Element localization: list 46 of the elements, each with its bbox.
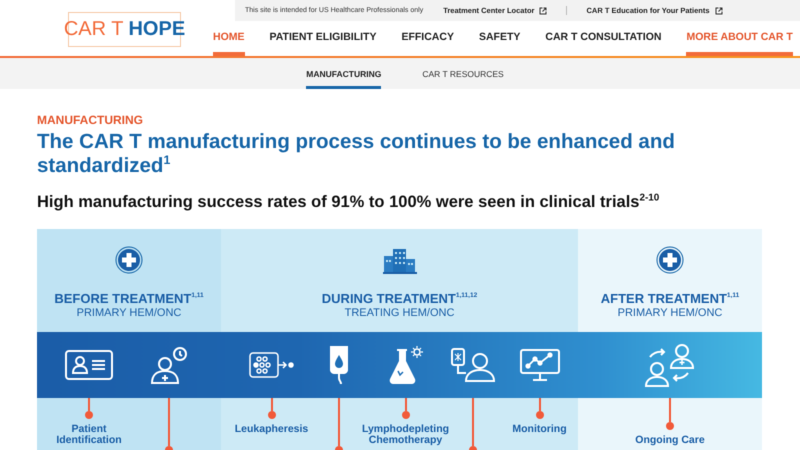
connector-line — [168, 398, 170, 446]
nav-item[interactable]: EFFICACY — [401, 21, 454, 56]
step-label: Ongoing Care — [634, 435, 706, 446]
step-label: Leukapheresis — [234, 424, 310, 435]
nav-item[interactable]: PATIENT ELIGIBILITY — [270, 21, 376, 56]
connector-dot — [268, 411, 276, 419]
connector-line — [538, 398, 540, 411]
connector-line — [669, 398, 671, 422]
step-label: Patient Identification — [55, 424, 123, 446]
connector-line — [338, 398, 340, 446]
page-title: The CAR T manufacturing process continues to be enhanced and standardized$^{1}$ — [37, 130, 676, 178]
subnav-tab[interactable]: MANUFACTURING — [306, 58, 382, 89]
people-swap-icon — [644, 343, 696, 387]
step-label: Monitoring — [511, 424, 568, 435]
cells-icon — [248, 352, 294, 378]
nav-item[interactable]: CAR T CONSULTATION — [545, 21, 662, 56]
iv-bag-icon — [328, 345, 350, 385]
buildings-icon — [382, 248, 416, 274]
connector-dot — [666, 422, 674, 430]
iv-person-icon — [450, 348, 494, 382]
section-label: MANUFACTURING — [37, 113, 144, 127]
flask-icon — [388, 345, 422, 385]
connector-line — [472, 398, 474, 446]
phase-title: DURING TREATMENT$^{1,11,12}$ — [322, 291, 478, 306]
connector-dot — [536, 411, 544, 419]
phase-subtitle: PRIMARY HEM/ONC — [76, 307, 182, 319]
plus-circle-icon — [656, 246, 684, 274]
page-subtitle: High manufacturing success rates of 91% to 100% were seen in clinical trials$^{2-10}$ — [37, 192, 660, 213]
external-link-icon — [539, 6, 548, 14]
external-link-icon — [714, 6, 723, 14]
phase-subtitle: TREATING HEM/ONC — [344, 307, 454, 319]
step-label: Lymphodepleting Chemotherapy — [360, 424, 450, 446]
monitor-chart-icon — [520, 349, 560, 381]
nav-item[interactable]: SAFETY — [478, 21, 520, 56]
phase-subtitle: PRIMARY HEM/ONC — [618, 307, 722, 319]
phase-title: BEFORE TREATMENT$^{1,11}$ — [54, 291, 204, 306]
id-card-icon — [65, 350, 113, 380]
plus-circle-icon — [115, 246, 143, 274]
connector-line — [270, 398, 272, 411]
person-clock-icon — [149, 346, 189, 384]
connector-line — [404, 398, 406, 411]
connector-line — [88, 398, 90, 411]
phase-title: AFTER TREATMENT$^{1,11}$ — [600, 291, 740, 306]
connector-dot — [402, 411, 410, 419]
subnav-tab[interactable]: CAR T RESOURCES — [422, 58, 504, 89]
connector-dot — [85, 411, 93, 419]
